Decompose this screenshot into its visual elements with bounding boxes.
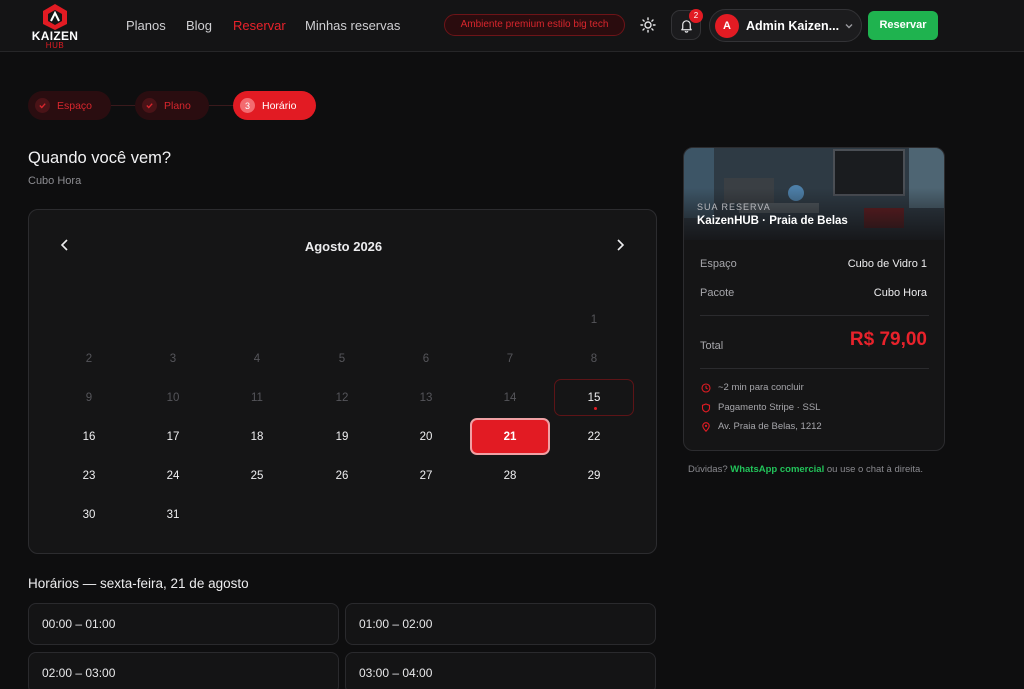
calendar-day-13: 13	[419, 391, 433, 404]
top-navbar: KAIZEN HUB Planos Blog Reservar Minhas r…	[0, 0, 1024, 52]
total-label: Total	[700, 340, 724, 352]
step-horario[interactable]: 3 Horário	[233, 91, 316, 120]
calendar-day-30[interactable]: 30	[49, 496, 129, 533]
help-text: Dúvidas? WhatsApp comercial ou use o cha…	[688, 464, 923, 475]
user-menu-button[interactable]: A Admin Kaizen...	[709, 9, 862, 42]
calendar-day-7: 7	[506, 352, 514, 365]
clock-icon	[701, 382, 711, 393]
calendar-day-23[interactable]: 23	[49, 457, 129, 494]
nav-planos[interactable]: Planos	[126, 18, 166, 33]
space-label: Espaço	[700, 258, 737, 270]
whatsapp-link[interactable]: WhatsApp comercial	[730, 464, 824, 475]
calendar-day-5: 5	[338, 352, 346, 365]
kaizen-hub-logo[interactable]: KAIZEN HUB	[30, 2, 80, 50]
calendar-day-12: 12	[335, 391, 349, 404]
environment-badge: Ambiente premium estilo big tech	[444, 14, 625, 36]
calendar-day-9: 9	[85, 391, 93, 404]
notification-count-badge: 2	[689, 9, 703, 23]
time-slot[interactable]: 02:00 – 03:00	[28, 652, 339, 689]
calendar-day-18[interactable]: 18	[217, 418, 297, 455]
divider	[700, 368, 929, 369]
total-price: R$ 79,00	[849, 329, 927, 350]
sun-icon	[640, 17, 656, 33]
info-address: Av. Praia de Belas, 1212	[701, 421, 822, 432]
date-calendar: Agosto 2026 1 2 3 4 5 6 7 8 9 10 11 12 13 14 15 16 17 18 1…	[28, 209, 657, 554]
calendar-day-6: 6	[422, 352, 430, 365]
package-value: Cubo Hora	[873, 287, 927, 299]
time-slot[interactable]: 01:00 – 02:00	[345, 603, 656, 645]
reservar-button[interactable]: Reservar	[868, 11, 938, 40]
calendar-day-2: 2	[85, 352, 93, 365]
divider	[700, 315, 929, 316]
chevron-down-icon	[845, 24, 853, 29]
time-slot[interactable]: 03:00 – 04:00	[345, 652, 656, 689]
package-label: Pacote	[700, 287, 735, 299]
calendar-day-16[interactable]: 16	[49, 418, 129, 455]
reservation-summary-card: SUA RESERVA KaizenHUB · Praia de Belas E…	[683, 147, 945, 451]
calendar-day-10: 10	[166, 391, 180, 404]
calendar-day-11: 11	[251, 391, 263, 404]
calendar-day-20[interactable]: 20	[386, 418, 466, 455]
theme-toggle-button[interactable]	[638, 15, 658, 35]
stepper-connector	[110, 105, 136, 106]
user-name: Admin Kaizen...	[746, 19, 840, 33]
step-label: Horário	[262, 99, 297, 112]
summary-title: KaizenHUB · Praia de Belas	[697, 215, 848, 227]
summary-kicker: SUA RESERVA	[697, 202, 771, 212]
slots-heading: Horários — sexta-feira, 21 de agosto	[28, 576, 249, 591]
chevron-right-icon	[617, 239, 625, 251]
space-photo: SUA RESERVA KaizenHUB · Praia de Belas	[684, 148, 944, 240]
calendar-month-label: Agosto 2026	[304, 239, 383, 254]
calendar-day-3: 3	[169, 352, 177, 365]
calendar-day-8: 8	[590, 352, 598, 365]
calendar-day-21[interactable]: 21	[470, 418, 550, 455]
calendar-day-15[interactable]: 15	[554, 379, 634, 416]
calendar-day-24[interactable]: 24	[133, 457, 213, 494]
calendar-day-17[interactable]: 17	[133, 418, 213, 455]
calendar-day-31[interactable]: 31	[133, 496, 213, 533]
step-label: Plano	[164, 99, 191, 112]
time-slot[interactable]: 00:00 – 01:00	[28, 603, 339, 645]
calendar-day-27[interactable]: 27	[386, 457, 466, 494]
step-plano[interactable]: Plano	[135, 91, 209, 120]
nav-blog[interactable]: Blog	[186, 18, 212, 33]
calendar-day-25[interactable]: 25	[217, 457, 297, 494]
location-pin-icon	[702, 421, 710, 432]
calendar-day-28[interactable]: 28	[470, 457, 550, 494]
space-value: Cubo de Vidro 1	[847, 258, 927, 270]
calendar-day-14: 14	[503, 391, 517, 404]
info-payment: Pagamento Stripe · SSL	[701, 402, 820, 413]
info-duration: ~2 min para concluir	[701, 382, 804, 393]
calendar-day-1: 1	[590, 313, 598, 326]
step-label: Espaço	[57, 99, 93, 112]
calendar-day-29[interactable]: 29	[554, 457, 634, 494]
calendar-day-4: 4	[253, 352, 261, 365]
stepper-connector	[208, 105, 234, 106]
logo-subtext: HUB	[45, 41, 65, 50]
avatar: A	[715, 14, 739, 38]
nav-reservar[interactable]: Reservar	[233, 18, 286, 33]
next-month-button[interactable]	[614, 238, 626, 257]
shield-icon	[701, 402, 711, 413]
step-number: 3	[240, 98, 255, 113]
today-indicator	[594, 407, 597, 410]
calendar-day-26[interactable]: 26	[302, 457, 382, 494]
step-espaco[interactable]: Espaço	[28, 91, 111, 120]
page-title: Quando você vem?	[28, 149, 172, 167]
check-icon	[35, 98, 50, 113]
nav-minhas-reservas[interactable]: Minhas reservas	[305, 18, 400, 33]
calendar-day-19[interactable]: 19	[302, 418, 382, 455]
check-icon	[142, 98, 157, 113]
page-subtitle: Cubo Hora	[28, 175, 82, 187]
calendar-day-22[interactable]: 22	[554, 418, 634, 455]
logo-icon	[43, 4, 67, 30]
